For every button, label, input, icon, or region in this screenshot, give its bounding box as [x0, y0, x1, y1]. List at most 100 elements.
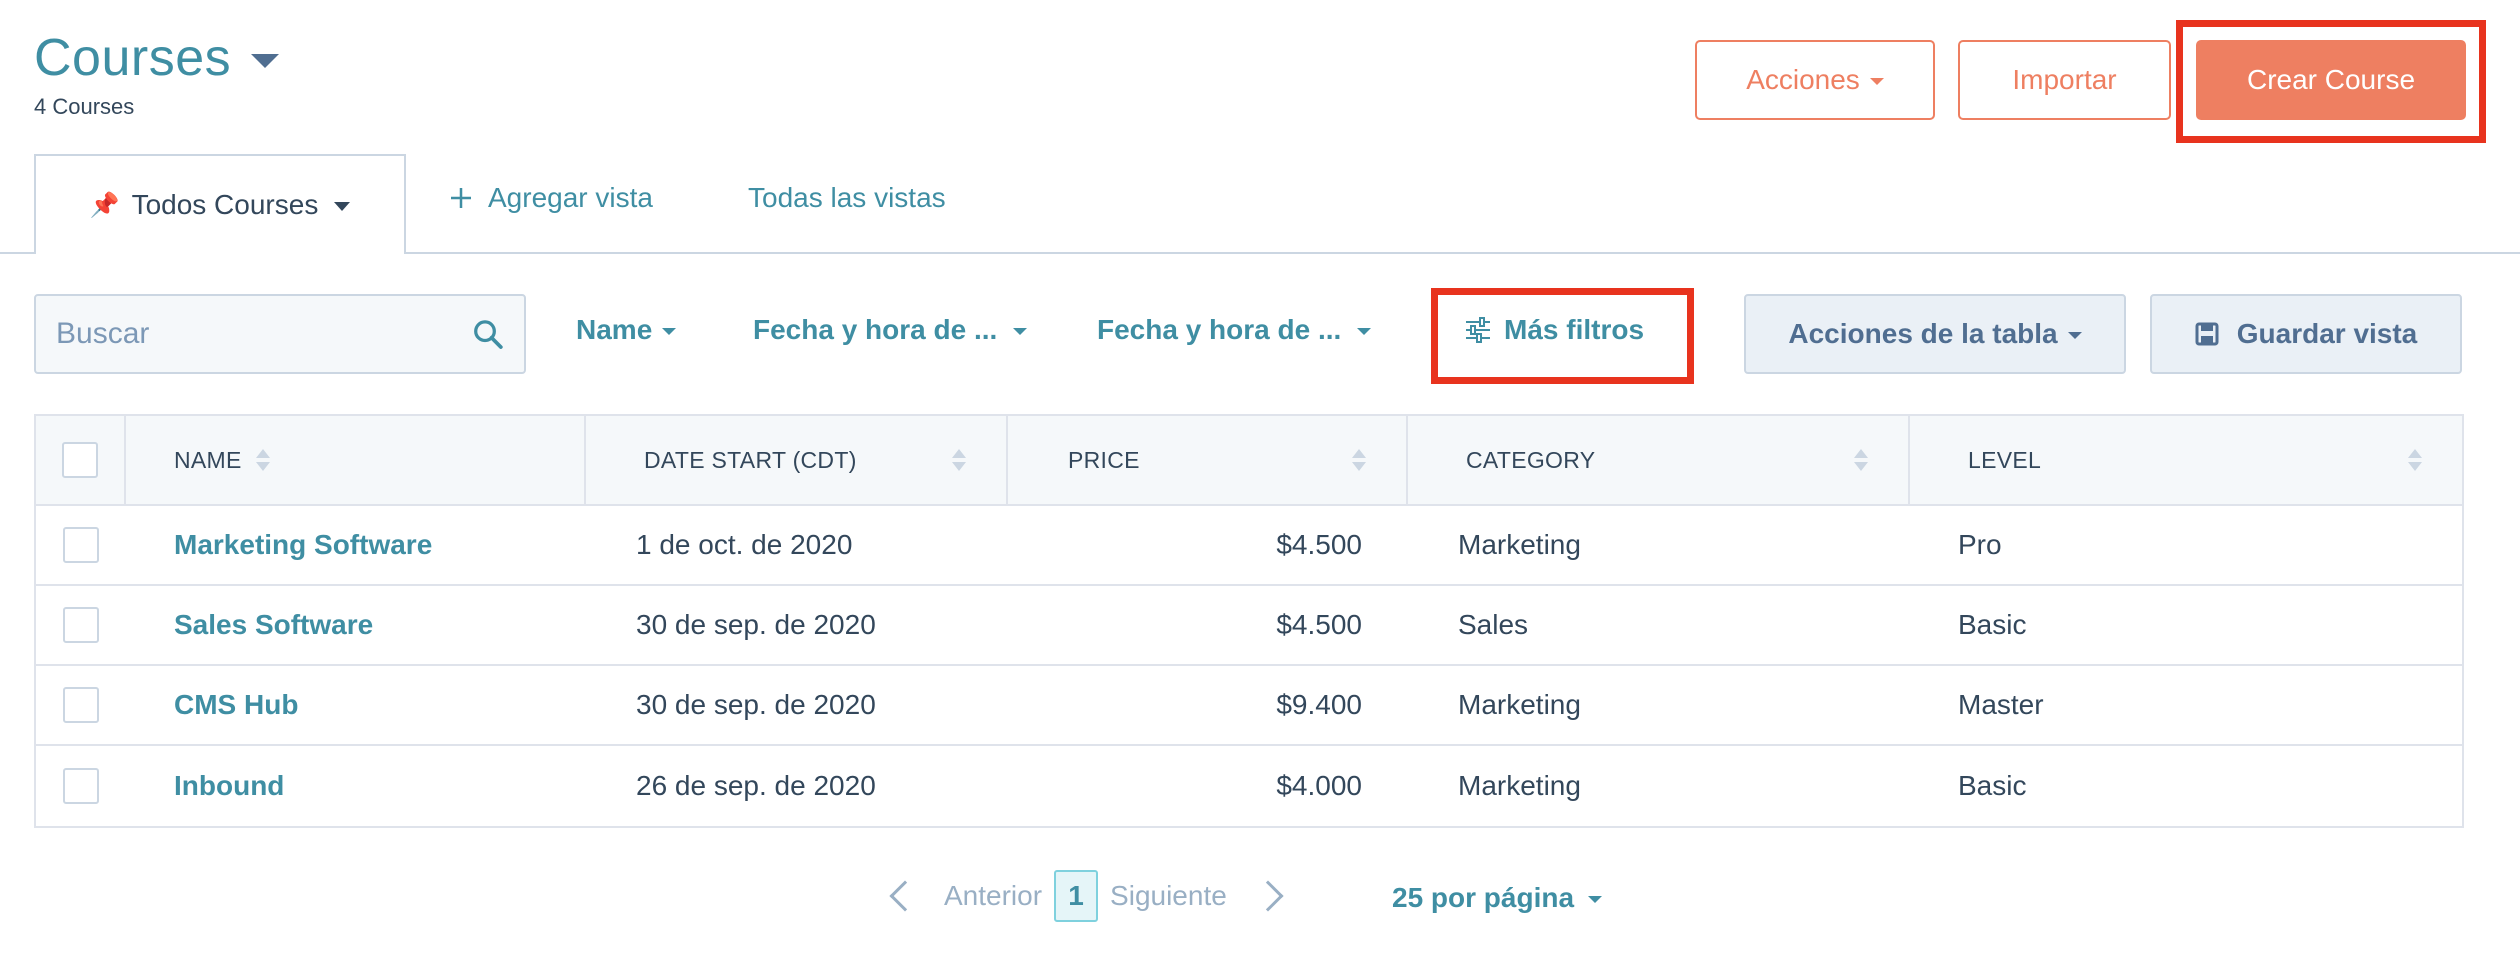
- search-icon[interactable]: [472, 317, 504, 351]
- date-cell: 30 de sep. de 2020: [636, 609, 876, 640]
- chevron-down-icon: [334, 202, 351, 211]
- previous-page-link[interactable]: Anterior: [944, 880, 1042, 912]
- tab-all-courses[interactable]: 📌 Todos Courses: [34, 154, 406, 254]
- date-cell: 1 de oct. de 2020: [636, 529, 853, 560]
- next-page-link[interactable]: Siguiente: [1110, 880, 1227, 912]
- column-header-price[interactable]: PRICE: [1008, 416, 1408, 504]
- chevron-down-icon: [1588, 896, 1603, 903]
- import-button[interactable]: Importar: [1958, 40, 2171, 120]
- row-select-cell: [36, 666, 126, 744]
- table-header: NAME DATE START (CDT) PRICE CATEGORY LEV…: [36, 416, 2462, 506]
- row-checkbox[interactable]: [63, 527, 99, 563]
- chevron-down-icon: [1869, 78, 1884, 85]
- save-view-button[interactable]: Guardar vista: [2150, 294, 2462, 374]
- table-actions-button[interactable]: Acciones de la tabla: [1744, 294, 2126, 374]
- pagination: Anterior 1 Siguiente: [889, 870, 1284, 922]
- price-cell: $9.400: [1276, 689, 1362, 720]
- pin-icon: 📌: [89, 191, 120, 219]
- row-select-cell: [36, 586, 126, 664]
- course-name-link[interactable]: Inbound: [126, 746, 586, 826]
- page-title[interactable]: Courses: [34, 28, 280, 88]
- column-header-label: PRICE: [1068, 446, 1140, 473]
- level-cell: Pro: [1958, 529, 2002, 560]
- more-filters-label: Más filtros: [1504, 314, 1645, 345]
- column-header-label: CATEGORY: [1466, 446, 1596, 473]
- search-input[interactable]: [56, 317, 473, 351]
- save-view-label: Guardar vista: [2236, 318, 2418, 349]
- price-cell: $4.500: [1276, 609, 1362, 640]
- date-cell: 30 de sep. de 2020: [636, 689, 876, 720]
- chevron-down-icon: [1357, 328, 1372, 335]
- table-row: Sales Software 30 de sep. de 2020 $4.500…: [36, 586, 2462, 666]
- column-header-label: DATE START (CDT): [644, 446, 857, 473]
- table-actions-label: Acciones de la tabla: [1788, 318, 2058, 349]
- category-cell: Sales: [1458, 609, 1529, 640]
- page-title-text: Courses: [34, 29, 232, 87]
- table-row: CMS Hub 30 de sep. de 2020 $9.400 Market…: [36, 666, 2462, 746]
- course-name-link[interactable]: Marketing Software: [126, 506, 586, 584]
- plus-icon: [451, 188, 471, 208]
- name-filter-label: Name: [576, 314, 653, 345]
- category-cell: Marketing: [1458, 529, 1581, 560]
- chevron-down-icon: [251, 54, 280, 68]
- date-cell: 26 de sep. de 2020: [636, 770, 876, 801]
- sort-icon[interactable]: [2408, 449, 2422, 471]
- row-checkbox[interactable]: [63, 607, 99, 643]
- table-row: Marketing Software 1 de oct. de 2020 $4.…: [36, 506, 2462, 586]
- import-button-label: Importar: [2012, 64, 2117, 95]
- chevron-right-icon[interactable]: [1252, 880, 1284, 912]
- table-row: Inbound 26 de sep. de 2020 $4.000 Market…: [36, 746, 2462, 826]
- level-cell: Basic: [1958, 609, 2027, 640]
- date-filter-2-label: Fecha y hora de ...: [1097, 314, 1342, 345]
- course-name-link[interactable]: Sales Software: [126, 586, 586, 664]
- column-header-name[interactable]: NAME: [126, 416, 586, 504]
- save-icon: [2195, 322, 2219, 346]
- level-cell: Master: [1958, 689, 2044, 720]
- sort-icon[interactable]: [952, 449, 966, 471]
- column-header-label: NAME: [174, 446, 242, 473]
- all-views-label: Todas las vistas: [748, 182, 946, 213]
- search-box[interactable]: [34, 294, 526, 374]
- per-page-label: 25 por página: [1392, 882, 1575, 913]
- per-page-select[interactable]: 25 por página: [1392, 882, 1603, 914]
- courses-table: NAME DATE START (CDT) PRICE CATEGORY LEV…: [34, 414, 2464, 828]
- select-all-cell: [36, 416, 126, 504]
- column-header-label: LEVEL: [1968, 446, 2042, 473]
- tab-all-courses-label: Todos Courses: [131, 189, 319, 220]
- actions-button-label: Acciones: [1746, 64, 1860, 95]
- price-cell: $4.500: [1276, 529, 1362, 560]
- more-filters-button[interactable]: Más filtros: [1464, 314, 1644, 346]
- select-all-checkbox[interactable]: [62, 442, 98, 478]
- level-cell: Basic: [1958, 770, 2027, 801]
- column-header-level[interactable]: LEVEL: [1910, 416, 2462, 504]
- current-page[interactable]: 1: [1054, 870, 1099, 922]
- sort-icon[interactable]: [1352, 449, 1366, 471]
- record-count: 4 Courses: [34, 94, 135, 119]
- date-filter-1-label: Fecha y hora de ...: [753, 314, 998, 345]
- chevron-down-icon: [2067, 332, 2082, 339]
- add-view-link[interactable]: Agregar vista: [448, 182, 653, 214]
- create-course-label: Crear Course: [2246, 64, 2416, 95]
- column-header-category[interactable]: CATEGORY: [1408, 416, 1910, 504]
- sort-icon[interactable]: [1854, 449, 1868, 471]
- column-header-date[interactable]: DATE START (CDT): [586, 416, 1008, 504]
- price-cell: $4.000: [1276, 770, 1362, 801]
- sort-icon[interactable]: [255, 449, 270, 471]
- actions-button[interactable]: Acciones: [1695, 40, 1935, 120]
- date-filter-1[interactable]: Fecha y hora de ...: [753, 314, 1028, 346]
- course-name-link[interactable]: CMS Hub: [126, 666, 586, 744]
- category-cell: Marketing: [1458, 770, 1581, 801]
- row-select-cell: [36, 746, 126, 826]
- row-checkbox[interactable]: [63, 768, 99, 804]
- create-course-button[interactable]: Crear Course: [2196, 40, 2466, 120]
- add-view-label: Agregar vista: [488, 182, 653, 213]
- sliders-icon: [1466, 317, 1490, 343]
- date-filter-2[interactable]: Fecha y hora de ...: [1097, 314, 1372, 346]
- chevron-left-icon[interactable]: [889, 880, 921, 912]
- row-select-cell: [36, 506, 126, 584]
- name-filter[interactable]: Name: [576, 314, 677, 346]
- chevron-down-icon: [662, 328, 677, 335]
- all-views-link[interactable]: Todas las vistas: [748, 182, 946, 214]
- chevron-down-icon: [1013, 328, 1028, 335]
- row-checkbox[interactable]: [63, 687, 99, 723]
